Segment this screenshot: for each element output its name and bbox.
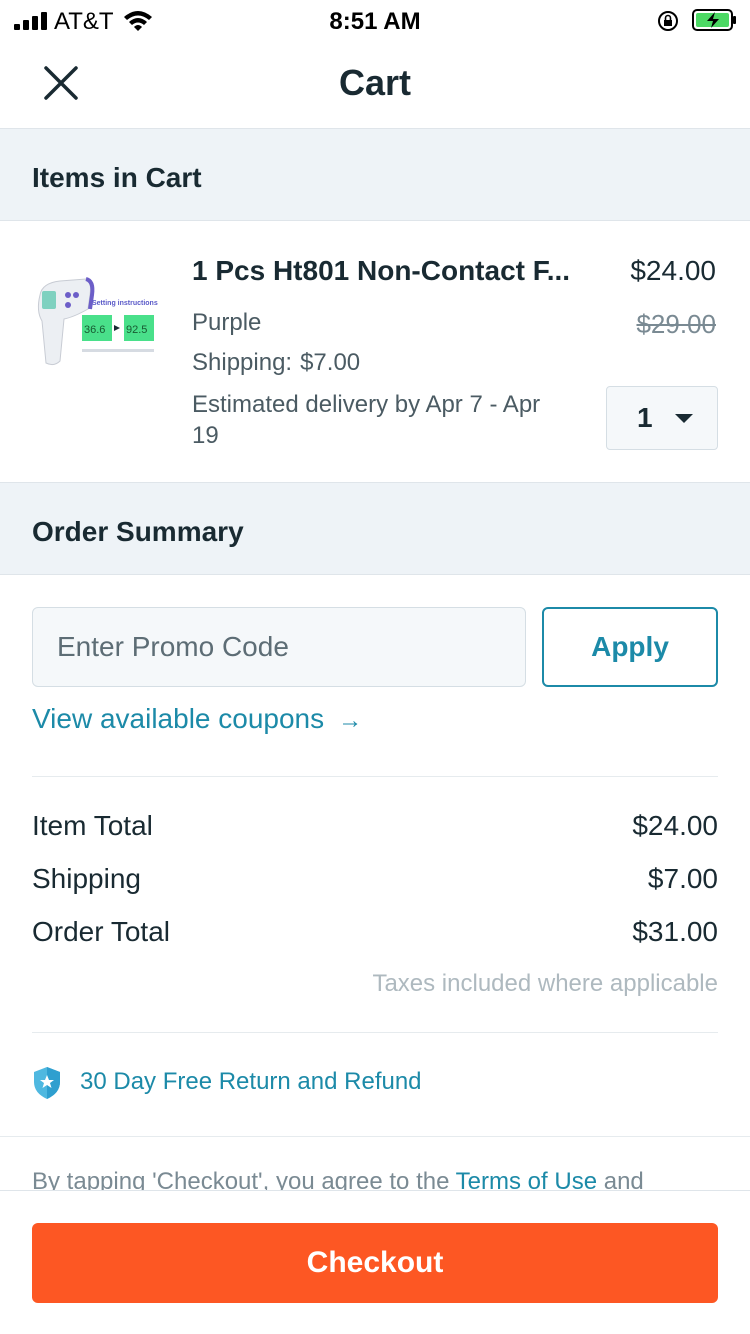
terms-prefix: By tapping 'Checkout', you agree to the	[32, 1168, 450, 1190]
chevron-down-icon	[675, 414, 693, 423]
order-total-label: Order Total	[32, 916, 170, 947]
order-total-value: $31.00	[632, 916, 718, 947]
apply-button[interactable]: Apply	[542, 607, 718, 687]
thumb-reading-right: 92.5	[126, 324, 147, 336]
item-total-row: Item Total $24.00	[32, 810, 718, 850]
order-total-row: Order Total $31.00	[32, 916, 718, 956]
item-shipping: Shipping: $7.00	[192, 349, 360, 377]
item-variant: Purple	[192, 309, 262, 336]
summary-section-title: Order Summary	[32, 516, 244, 547]
item-shipping-value: $7.00	[300, 349, 361, 376]
terms-of-use-link[interactable]: Terms of Use	[456, 1168, 597, 1190]
cart-header: Cart	[0, 40, 750, 128]
terms-notice: By tapping 'Checkout', you agree to the …	[32, 1168, 718, 1190]
view-coupons-link[interactable]: View available coupons →	[32, 703, 362, 735]
item-shipping-label: Shipping:	[192, 349, 293, 376]
quantity-value: 1	[637, 402, 653, 433]
item-total-value: $24.00	[632, 810, 718, 841]
return-guarantee-text: 30 Day Free Return and Refund	[80, 1068, 422, 1095]
item-total-label: Item Total	[32, 810, 153, 841]
tax-note: Taxes included where applicable	[372, 970, 718, 997]
item-price: $24.00	[630, 255, 716, 286]
arrow-right-icon: →	[338, 707, 363, 734]
cart-item: Setting instructions 36.6 92.5 1 Pcs Ht8…	[0, 221, 750, 482]
page-title: Cart	[338, 62, 412, 103]
item-delivery-estimate: Estimated delivery by Apr 7 - Apr 19	[192, 391, 541, 449]
thumb-reading-left: 36.6	[84, 324, 105, 336]
view-coupons-label: View available coupons	[32, 703, 325, 734]
shield-icon	[34, 1067, 60, 1099]
shipping-label: Shipping	[32, 863, 141, 894]
status-bar: AT&T 8:51 AM	[0, 0, 750, 40]
checkout-bar: Checkout	[0, 1190, 750, 1334]
shipping-row: Shipping $7.00	[32, 863, 718, 903]
item-title[interactable]: 1 Pcs Ht801 Non-Contact F...	[192, 255, 592, 287]
items-section-header: Items in Cart	[0, 128, 750, 221]
product-thumbnail[interactable]: Setting instructions 36.6 92.5	[30, 265, 160, 405]
items-section-title: Items in Cart	[32, 162, 202, 193]
divider	[0, 1136, 750, 1137]
checkout-button[interactable]: Checkout	[32, 1223, 718, 1303]
battery-icon	[692, 9, 736, 31]
summary-section-header: Order Summary	[0, 482, 750, 575]
divider	[32, 776, 718, 777]
status-time: 8:51 AM	[329, 8, 421, 35]
promo-code-input[interactable]	[32, 607, 526, 687]
divider	[32, 1032, 718, 1033]
rotation-lock-icon	[658, 11, 678, 31]
item-original-price: $29.00	[636, 309, 716, 339]
terms-suffix: and	[603, 1168, 644, 1190]
shipping-value: $7.00	[647, 863, 718, 894]
thumb-header-text: Setting instructions	[92, 300, 158, 307]
quantity-dropdown[interactable]: 1	[606, 386, 718, 450]
